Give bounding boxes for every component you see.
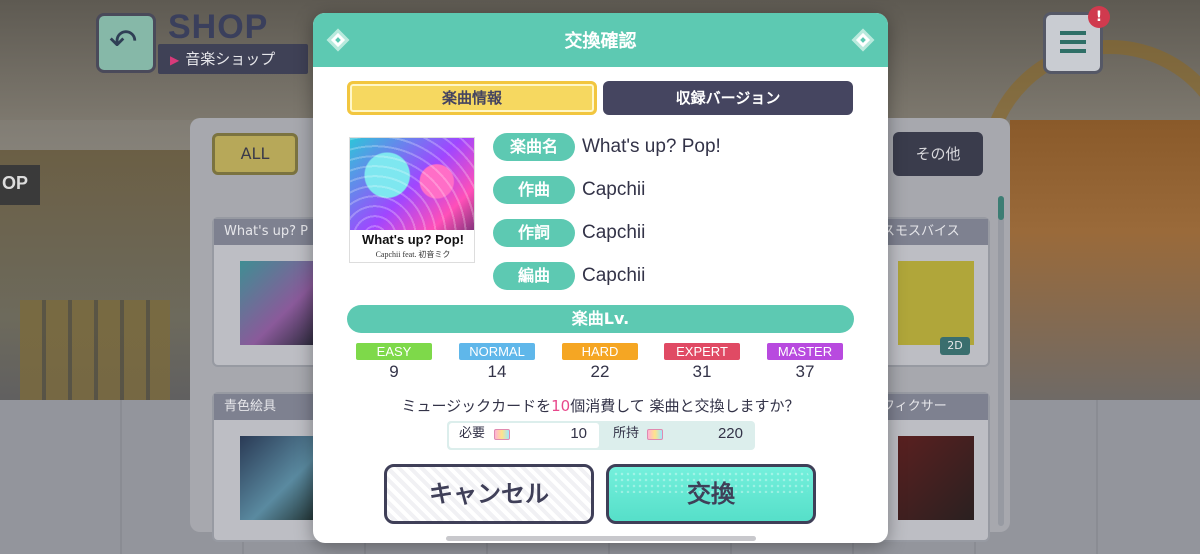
song-jacket: What's up? Pop! Capchii feat. 初音ミク bbox=[349, 137, 475, 263]
song-card-title: スモスバイス bbox=[872, 219, 988, 245]
cost-summary: 必要 10 所持 220 bbox=[447, 421, 755, 450]
label-arranger: 編曲 bbox=[493, 262, 575, 290]
jacket-subtitle: Capchii feat. 初音ミク bbox=[375, 250, 451, 259]
hamburger-icon bbox=[1060, 31, 1086, 53]
difficulty-name: HARD bbox=[562, 343, 638, 360]
value-lyricist: Capchii bbox=[582, 222, 646, 243]
confirm-count: 10 bbox=[551, 397, 571, 415]
tab-song-info[interactable]: 楽曲情報 bbox=[347, 81, 597, 115]
confirm-suffix: 個消費して 楽曲と交換しますか？ bbox=[570, 397, 800, 415]
song-card-jacket bbox=[898, 261, 974, 345]
value-composer: Capchii bbox=[582, 179, 646, 200]
difficulty-level: 14 bbox=[487, 362, 507, 381]
dialog-title: 交換確認 bbox=[564, 31, 637, 52]
cost-owned-value: 220 bbox=[717, 425, 743, 442]
difficulty-level: 9 bbox=[389, 362, 399, 381]
jacket-title: What's up? Pop! bbox=[361, 232, 465, 247]
label-song-name: 楽曲名 bbox=[493, 133, 575, 161]
label-lyricist: 作詞 bbox=[493, 219, 575, 247]
difficulty-level: 37 bbox=[795, 362, 815, 381]
song-card[interactable]: フィクサー bbox=[870, 392, 990, 542]
difficulty-level: 31 bbox=[692, 362, 712, 381]
difficulty-hard: HARD 22 bbox=[562, 343, 638, 382]
cancel-button[interactable]: キャンセル bbox=[384, 464, 594, 524]
song-card[interactable]: スモスバイス 2D bbox=[870, 217, 990, 367]
music-card-icon bbox=[647, 429, 663, 440]
cost-owned-label: 所持 bbox=[613, 426, 640, 441]
difficulty-name: EASY bbox=[356, 343, 432, 360]
value-arranger: Capchii bbox=[582, 265, 646, 286]
exchange-button[interactable]: 交換 bbox=[606, 464, 816, 524]
back-button[interactable]: ↶ bbox=[96, 13, 156, 73]
store-wall-right bbox=[1010, 120, 1200, 400]
back-arrow-icon: ↶ bbox=[109, 22, 138, 62]
exchange-confirm-dialog: 交換確認 楽曲情報 収録バージョン What's up? Pop! Capchi… bbox=[313, 13, 888, 543]
shop-subtitle-text: 音楽ショップ bbox=[185, 50, 276, 68]
home-indicator bbox=[446, 536, 756, 541]
music-card-icon bbox=[494, 429, 510, 440]
song-card-jacket bbox=[240, 436, 316, 520]
label-composer: 作曲 bbox=[493, 176, 575, 204]
confirm-message: ミュージックカードを10個消費して 楽曲と交換しますか？ bbox=[313, 395, 888, 416]
difficulty-expert: EXPERT 31 bbox=[664, 343, 740, 382]
menu-button[interactable]: ! bbox=[1043, 6, 1110, 74]
difficulty-name: MASTER bbox=[767, 343, 843, 360]
difficulty-normal: NORMAL 14 bbox=[459, 343, 535, 382]
cost-required-label: 必要 bbox=[459, 426, 486, 441]
alert-badge: ! bbox=[1088, 6, 1110, 28]
cost-required-value: 10 bbox=[570, 425, 587, 442]
song-card-jacket bbox=[898, 436, 974, 520]
filter-other-button[interactable]: その他 bbox=[893, 132, 983, 176]
difficulty-level: 22 bbox=[590, 362, 610, 381]
shop-subtitle: ▶ 音楽ショップ bbox=[158, 44, 308, 74]
difficulty-name: EXPERT bbox=[664, 343, 740, 360]
filter-all-button[interactable]: ALL bbox=[212, 133, 298, 175]
store-sign: OP bbox=[0, 165, 40, 205]
song-card-title: フィクサー bbox=[872, 394, 988, 420]
value-song-name: What's up? Pop! bbox=[582, 136, 721, 157]
tab-versions[interactable]: 収録バージョン bbox=[603, 81, 853, 115]
triangle-icon: ▶ bbox=[170, 53, 180, 67]
difficulty-master: MASTER 37 bbox=[767, 343, 843, 382]
exchange-label: 交換 bbox=[687, 480, 735, 508]
confirm-prefix: ミュージックカードを bbox=[401, 397, 552, 415]
scrollbar-thumb[interactable] bbox=[998, 196, 1004, 220]
song-card-jacket bbox=[240, 261, 316, 345]
shop-title: SHOP bbox=[168, 8, 269, 46]
level-header: 楽曲Lv. bbox=[347, 305, 854, 333]
difficulty-name: NORMAL bbox=[459, 343, 535, 360]
cancel-label: キャンセル bbox=[429, 480, 549, 508]
difficulty-easy: EASY 9 bbox=[356, 343, 432, 382]
list-scrollbar[interactable] bbox=[998, 196, 1004, 526]
song-card-badge: 2D bbox=[940, 337, 970, 355]
